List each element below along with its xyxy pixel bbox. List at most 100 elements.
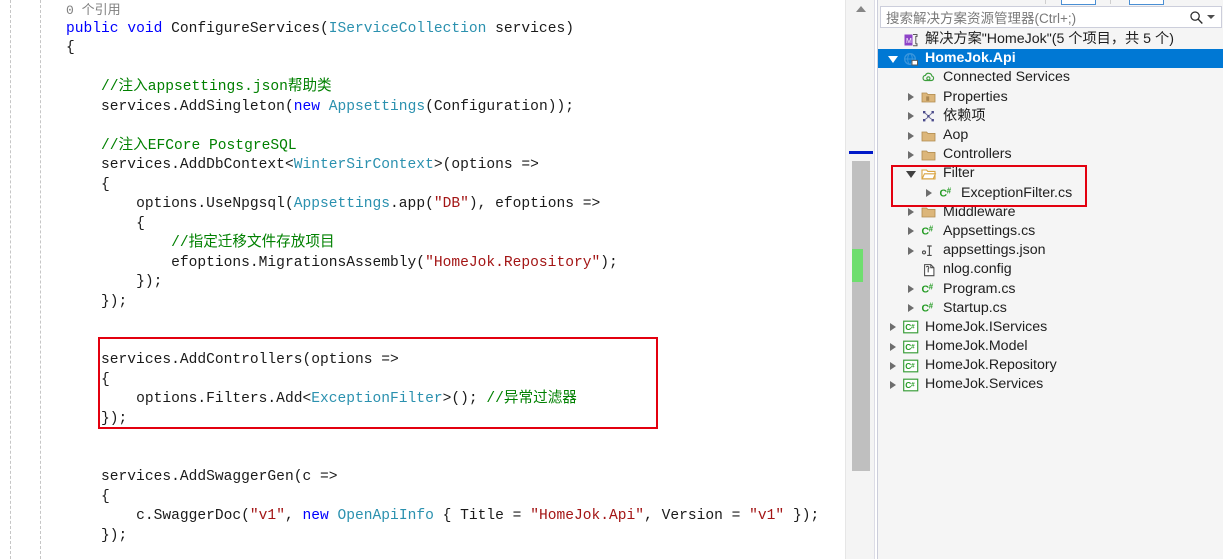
chevron-right-icon[interactable] bbox=[902, 241, 919, 260]
code-token: { bbox=[101, 371, 110, 388]
tree-item-label: HomeJok.Model bbox=[925, 338, 1028, 355]
code-token: void bbox=[127, 20, 163, 37]
chevron-right-icon[interactable] bbox=[920, 184, 937, 203]
chevron-right-icon[interactable] bbox=[902, 88, 919, 107]
code-token: //注入EFCore PostgreSQL bbox=[101, 137, 297, 154]
scrollbar-caret-position-marker bbox=[849, 151, 873, 154]
tree-item-label: Aop bbox=[943, 127, 969, 144]
tree-item-exceptionfilter.cs[interactable]: C # ExceptionFilter.cs bbox=[878, 184, 1223, 203]
tree-item-connected-services[interactable]: Connected Services bbox=[878, 68, 1223, 87]
code-line: }); bbox=[0, 527, 845, 547]
tree-item-label: Properties bbox=[943, 88, 1008, 105]
chevron-right-icon[interactable] bbox=[902, 145, 919, 164]
toolbar-button-left[interactable] bbox=[1061, 0, 1096, 5]
tree-item-homejok.services[interactable]: C # HomeJok.Services bbox=[878, 375, 1223, 394]
svg-text:M: M bbox=[906, 38, 912, 45]
code-token: "v1" bbox=[749, 508, 785, 524]
code-token: public bbox=[66, 20, 119, 37]
chevron-right-icon[interactable] bbox=[902, 222, 919, 241]
toolbar-separator bbox=[1110, 0, 1111, 4]
tree-item-nlog.config[interactable]: nlog.config bbox=[878, 260, 1223, 279]
tree-item-startup.cs[interactable]: C # Startup.cs bbox=[878, 299, 1223, 318]
expander-placeholder bbox=[884, 30, 901, 49]
tree-item-aop[interactable]: Aop bbox=[878, 126, 1223, 145]
scrollbar-up-arrow-icon[interactable] bbox=[846, 0, 876, 18]
tree-item-middleware[interactable]: Middleware bbox=[878, 203, 1223, 222]
scrollbar-saved-change-marker bbox=[852, 249, 863, 282]
code-token: { bbox=[101, 488, 110, 505]
code-token: efoptions.MigrationsAssembly( bbox=[171, 254, 426, 271]
code-token: services.AddSingleton( bbox=[101, 98, 294, 115]
code-line: c.SwaggerDoc("v1", new OpenApiInfo { Tit… bbox=[0, 507, 845, 527]
search-dropdown-chevron-down-icon[interactable] bbox=[1207, 7, 1221, 27]
code-token: "HomeJok.Api" bbox=[530, 508, 645, 524]
chevron-right-icon[interactable] bbox=[902, 203, 919, 222]
chevron-right-icon[interactable] bbox=[884, 318, 901, 337]
tree-item-[interactable]: 依赖项 bbox=[878, 107, 1223, 126]
tree-item-homejok.iservices[interactable]: C # HomeJok.IServices bbox=[878, 318, 1223, 337]
connected-services-icon bbox=[919, 68, 939, 87]
chevron-right-icon[interactable] bbox=[902, 280, 919, 299]
svg-text:#: # bbox=[929, 302, 934, 311]
search-input[interactable]: 搜索解决方案资源管理器(Ctrl+;) bbox=[881, 7, 1185, 27]
code-line: options.UseNpgsql(Appsettings.app("DB"),… bbox=[0, 195, 845, 215]
tree-item-appsettings.json[interactable]: appsettings.json bbox=[878, 241, 1223, 260]
tree-item-label: Startup.cs bbox=[943, 299, 1007, 316]
editor-vertical-scrollbar[interactable] bbox=[845, 0, 875, 559]
tree-item-label: Filter bbox=[943, 165, 975, 182]
tree-item-homejok.model[interactable]: C # HomeJok.Model bbox=[878, 337, 1223, 356]
expander-placeholder bbox=[902, 68, 919, 87]
tree-item-label: Connected Services bbox=[943, 69, 1070, 86]
code-line: //注入appsettings.json帮助类 bbox=[0, 78, 845, 98]
tree-item-label: ExceptionFilter.cs bbox=[961, 184, 1073, 201]
tree-item-label: HomeJok.IServices bbox=[925, 318, 1048, 335]
tree-item-filter[interactable]: Filter bbox=[878, 164, 1223, 183]
chevron-down-icon[interactable] bbox=[902, 164, 919, 183]
svg-text:#: # bbox=[911, 362, 915, 369]
chevron-right-icon[interactable] bbox=[884, 337, 901, 356]
tree-item-homejok.repository[interactable]: C # HomeJok.Repository bbox=[878, 356, 1223, 375]
scrollbar-thumb[interactable] bbox=[852, 161, 870, 471]
tree-item-homejok.api[interactable]: HomeJok.Api bbox=[878, 49, 1223, 69]
chevron-right-icon[interactable] bbox=[902, 126, 919, 145]
json-file-icon bbox=[919, 241, 939, 260]
tree-item-appsettings.cs[interactable]: C # Appsettings.cs bbox=[878, 222, 1223, 241]
tree-item-program.cs[interactable]: C # Program.cs bbox=[878, 279, 1223, 298]
chevron-right-icon[interactable] bbox=[902, 107, 919, 126]
chevron-right-icon[interactable] bbox=[884, 356, 901, 375]
code-line: services.AddSingleton(new Appsettings(Co… bbox=[0, 98, 845, 118]
tree-item-controllers[interactable]: Controllers bbox=[878, 145, 1223, 164]
solution-explorer-tree[interactable]: M 解决方案"HomeJok"(5 个项目，共 5 个) HomeJok.Api Co… bbox=[878, 30, 1223, 559]
chevron-right-icon[interactable] bbox=[902, 299, 919, 318]
code-line: { bbox=[0, 488, 845, 508]
code-line: }); bbox=[0, 273, 845, 293]
svg-text:#: # bbox=[929, 225, 934, 234]
tree-item-label: Appsettings.cs bbox=[943, 222, 1036, 239]
code-token: //异常过滤器 bbox=[486, 391, 577, 407]
tree-item-label: Controllers bbox=[943, 146, 1012, 163]
search-icon[interactable] bbox=[1185, 7, 1207, 27]
code-line: 0 个引用 bbox=[0, 0, 845, 20]
code-line: { bbox=[0, 176, 845, 196]
config-file-icon bbox=[919, 260, 939, 279]
code-editor-pane[interactable]: 0 个引用 public void ConfigureServices(IServ… bbox=[0, 0, 845, 559]
code-line: { bbox=[0, 371, 845, 391]
toolbar-button-right[interactable] bbox=[1129, 0, 1164, 5]
code-token: }); bbox=[101, 293, 128, 310]
tree-item-properties[interactable]: Properties bbox=[878, 88, 1223, 107]
solution-explorer-search-box[interactable]: 搜索解决方案资源管理器(Ctrl+;) bbox=[880, 6, 1222, 28]
chevron-right-icon[interactable] bbox=[884, 375, 901, 394]
code-token: new bbox=[302, 508, 329, 524]
chevron-down-icon[interactable] bbox=[884, 49, 901, 68]
tree-item-label: Program.cs bbox=[943, 280, 1016, 297]
visual-studio-window: 0 个引用 public void ConfigureServices(IServ… bbox=[0, 0, 1223, 559]
tree-item-label: nlog.config bbox=[943, 261, 1012, 278]
tree-item-homejok-5-5[interactable]: M 解决方案"HomeJok"(5 个项目，共 5 个) bbox=[878, 30, 1223, 49]
code-text-area[interactable]: 0 个引用 public void ConfigureServices(IServ… bbox=[0, 0, 845, 559]
code-token: OpenApiInfo bbox=[337, 508, 434, 524]
web-project-icon bbox=[901, 49, 921, 68]
csharp-file-icon: C # bbox=[919, 299, 939, 318]
